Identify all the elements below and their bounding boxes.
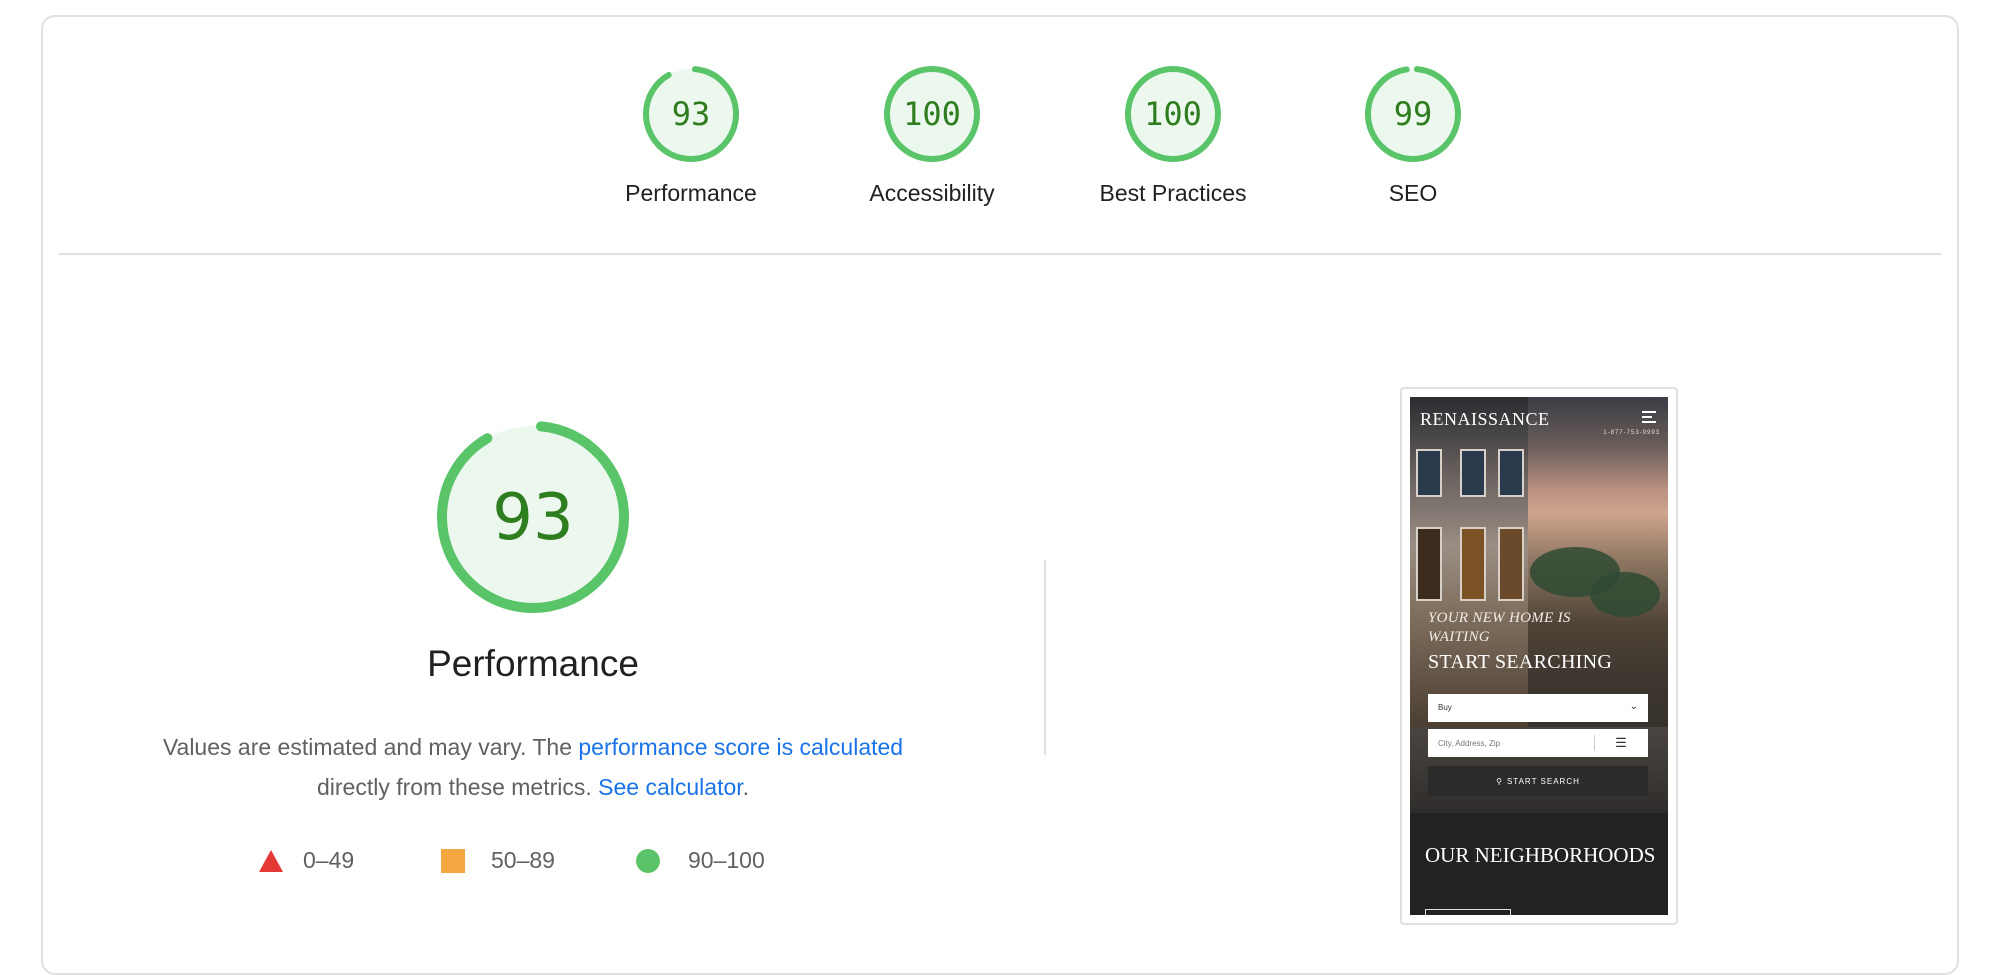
window-shape <box>1498 527 1524 601</box>
location-search[interactable]: ☰ <box>1428 729 1648 757</box>
legend-average: 50–89 <box>441 847 555 874</box>
section-divider <box>59 253 1941 255</box>
window-shape <box>1416 527 1442 601</box>
site-logo: RENAISSANCE <box>1420 409 1550 429</box>
gauge-seo[interactable]: 99 SEO <box>1323 64 1503 207</box>
window-shape <box>1460 527 1486 601</box>
desc-text: directly from these metrics. <box>316 774 599 800</box>
legend-pass: 90–100 <box>636 847 765 874</box>
report-card: 93 Performance 100 Accessibility 100 Bes… <box>41 15 1959 975</box>
window-shape <box>1498 449 1524 497</box>
score-value: 93 <box>672 95 711 133</box>
score-value: 100 <box>1144 95 1202 133</box>
performance-score-value: 93 <box>492 481 573 555</box>
gauge-best-practices[interactable]: 100 Best Practices <box>1083 64 1263 207</box>
gauge-label: Performance <box>625 180 757 206</box>
start-search-label: START SEARCH <box>1506 776 1580 786</box>
gauge-label: SEO <box>1388 180 1438 206</box>
performance-score-ring: 93 <box>437 421 629 613</box>
square-icon <box>441 848 465 873</box>
score-ring: 100 <box>884 66 980 162</box>
legend-pass-label: 90–100 <box>688 847 765 873</box>
hamburger-icon[interactable] <box>1642 411 1656 423</box>
window-shape <box>1416 449 1442 497</box>
listing-type-select[interactable]: Buy ⌄ <box>1428 694 1648 722</box>
sliders-icon[interactable]: ☰ <box>1594 729 1648 757</box>
score-legend: 0–49 50–89 90–100 <box>243 847 843 877</box>
start-search-button[interactable]: ⚲ START SEARCH <box>1428 766 1648 796</box>
score-gauges: 93 Performance 100 Accessibility 100 Bes… <box>43 17 1957 257</box>
legend-fail-label: 0–49 <box>303 847 355 873</box>
gauge-label: Accessibility <box>869 180 995 206</box>
chevron-down-icon: ⌄ <box>1629 701 1638 712</box>
gauge-performance[interactable]: 93 Performance <box>601 64 781 207</box>
final-screenshot[interactable]: RENAISSANCE 1-877-753-9993 YOUR NEW HOME… <box>1400 387 1678 925</box>
legend-fail: 0–49 <box>259 847 354 874</box>
building-image <box>1410 397 1528 727</box>
window-shape <box>1460 449 1486 497</box>
score-value: 100 <box>903 95 961 133</box>
see-calculator-link[interactable]: See calculator <box>598 774 742 800</box>
score-value: 99 <box>1394 95 1433 133</box>
desc-text: . <box>742 774 750 800</box>
performance-title: Performance <box>427 643 639 684</box>
performance-gauge: 93 Performance <box>408 417 658 685</box>
score-ring: 99 <box>1365 66 1461 162</box>
circle-icon <box>636 848 660 873</box>
select-value: Buy <box>1438 703 1452 712</box>
neighborhoods-button[interactable] <box>1425 909 1511 915</box>
hero-heading: START SEARCHING <box>1428 651 1613 673</box>
score-ring: 100 <box>1125 66 1221 162</box>
hero-image: RENAISSANCE 1-877-753-9993 YOUR NEW HOME… <box>1410 397 1668 813</box>
neighborhoods-heading: OUR NEIGHBORHOODS <box>1425 843 1656 867</box>
gauge-accessibility[interactable]: 100 Accessibility <box>842 64 1022 207</box>
score-ring: 93 <box>643 66 739 162</box>
search-icon: ⚲ <box>1496 776 1503 786</box>
desc-text: Values are estimated and may vary. The <box>162 734 579 760</box>
triangle-icon <box>259 849 283 872</box>
performance-description: Values are estimated and may vary. The p… <box>143 727 923 807</box>
legend-average-label: 50–89 <box>491 847 555 873</box>
score-calculated-link[interactable]: performance score is calculated <box>578 734 903 760</box>
vertical-divider <box>1044 560 1046 755</box>
page-screenshot: RENAISSANCE 1-877-753-9993 YOUR NEW HOME… <box>1410 397 1668 915</box>
gauge-label: Best Practices <box>1099 180 1247 206</box>
hero-tagline: YOUR NEW HOME IS WAITING <box>1428 610 1571 645</box>
neighborhoods-section: OUR NEIGHBORHOODS <box>1410 813 1668 915</box>
phone-number: 1-877-753-9993 <box>1603 430 1660 436</box>
location-input[interactable] <box>1428 729 1594 757</box>
